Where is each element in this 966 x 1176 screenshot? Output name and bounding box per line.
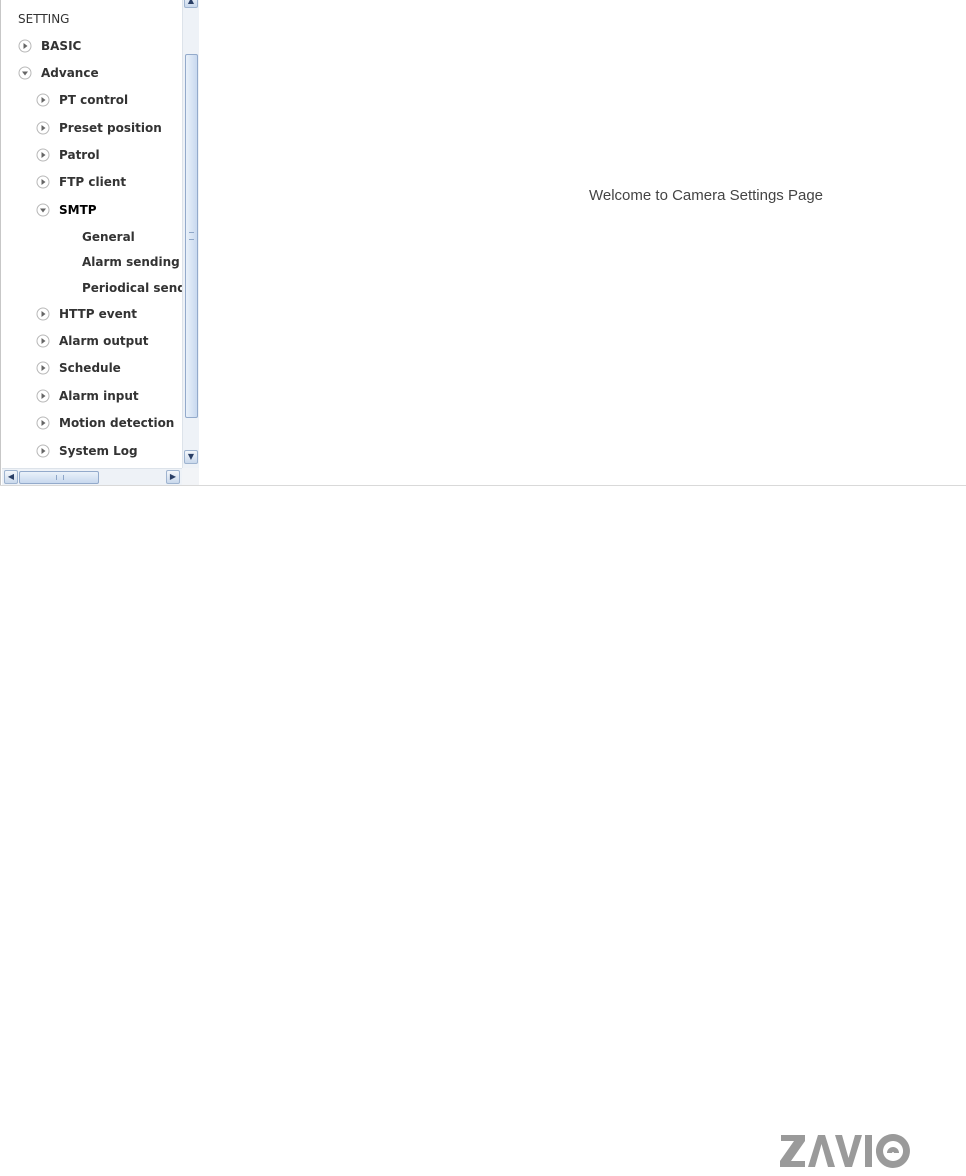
tree-item-system-log[interactable]: System Log: [36, 441, 138, 461]
horizontal-scrollbar[interactable]: ◀ ▶: [2, 468, 182, 485]
tree-item-alarm-sending[interactable]: Alarm sending: [82, 252, 180, 272]
scroll-right-arrow-icon[interactable]: ▶: [166, 470, 180, 484]
tree-viewport: SETTING BASIC Advance PT control Preset …: [2, 0, 182, 468]
tree-item-label: Alarm input: [59, 389, 139, 403]
tree-item-label: Motion detection: [59, 416, 175, 430]
scrollbar-corner: [182, 468, 199, 485]
tree-item-preset-position[interactable]: Preset position: [36, 118, 162, 138]
tree-item-schedule[interactable]: Schedule: [36, 358, 121, 378]
horizontal-scroll-thumb[interactable]: [19, 471, 99, 484]
scroll-grip-icon: [189, 232, 194, 240]
tree-collapsed-arrow-icon[interactable]: [36, 307, 50, 321]
scroll-up-arrow-icon[interactable]: ▲: [184, 0, 198, 8]
tree-item-basic[interactable]: BASIC: [18, 36, 81, 56]
tree-collapsed-arrow-icon[interactable]: [36, 389, 50, 403]
tree-collapsed-arrow-icon[interactable]: [36, 93, 50, 107]
scroll-grip-icon: [56, 475, 64, 480]
tree-item-smtp[interactable]: SMTP: [36, 200, 97, 220]
tree-item-ftp-client[interactable]: FTP client: [36, 172, 126, 192]
tree-header-setting: SETTING: [18, 9, 69, 29]
tree-expanded-arrow-icon[interactable]: [18, 66, 32, 80]
zavio-logo: [780, 1134, 910, 1168]
vertical-scrollbar[interactable]: ▲ ▼: [182, 0, 199, 468]
tree-collapsed-arrow-icon[interactable]: [36, 361, 50, 375]
tree-item-label: System Log: [59, 444, 138, 458]
tree-item-label: BASIC: [41, 39, 82, 53]
tree-item-label: Preset position: [59, 121, 162, 135]
tree-collapsed-arrow-icon[interactable]: [36, 416, 50, 430]
tree-collapsed-arrow-icon[interactable]: [18, 39, 32, 53]
tree-collapsed-arrow-icon[interactable]: [36, 121, 50, 135]
tree-collapsed-arrow-icon[interactable]: [36, 148, 50, 162]
tree-item-alarm-output[interactable]: Alarm output: [36, 331, 149, 351]
tree-item-http-event[interactable]: HTTP event: [36, 304, 137, 324]
scroll-down-arrow-icon[interactable]: ▼: [184, 450, 198, 464]
tree-item-alarm-input[interactable]: Alarm input: [36, 386, 139, 406]
tree-item-patrol[interactable]: Patrol: [36, 145, 100, 165]
tree-item-label: Alarm sending: [82, 255, 180, 269]
tree-item-pt-control[interactable]: PT control: [36, 90, 128, 110]
content-divider: [0, 485, 966, 486]
tree-expanded-arrow-icon[interactable]: [36, 203, 50, 217]
tree-item-label: Advance: [41, 66, 99, 80]
vertical-scroll-thumb[interactable]: [185, 54, 198, 418]
tree-item-label: Schedule: [59, 361, 121, 375]
scroll-left-arrow-icon[interactable]: ◀: [4, 470, 18, 484]
tree-item-general[interactable]: General: [82, 227, 135, 247]
tree-item-label: FTP client: [59, 175, 127, 189]
tree-collapsed-arrow-icon[interactable]: [36, 175, 50, 189]
tree-item-periodical-sending[interactable]: Periodical sending: [82, 278, 182, 298]
tree-item-label: PT control: [59, 93, 129, 107]
tree-item-label: Alarm output: [59, 334, 149, 348]
tree-item-advance[interactable]: Advance: [18, 63, 99, 83]
tree-item-label: HTTP event: [59, 307, 138, 321]
tree-collapsed-arrow-icon[interactable]: [36, 444, 50, 458]
tree-header-label: SETTING: [18, 12, 70, 26]
tree-item-label: Periodical sending: [82, 281, 182, 295]
tree-item-label: General: [82, 230, 135, 244]
tree-collapsed-arrow-icon[interactable]: [36, 334, 50, 348]
welcome-message: Welcome to Camera Settings Page: [589, 187, 824, 204]
tree-item-motion-detection[interactable]: Motion detection: [36, 413, 174, 433]
tree-item-label: Patrol: [59, 148, 100, 162]
tree-item-label: SMTP: [59, 203, 97, 217]
settings-tree-panel: SETTING BASIC Advance PT control Preset …: [0, 0, 199, 485]
